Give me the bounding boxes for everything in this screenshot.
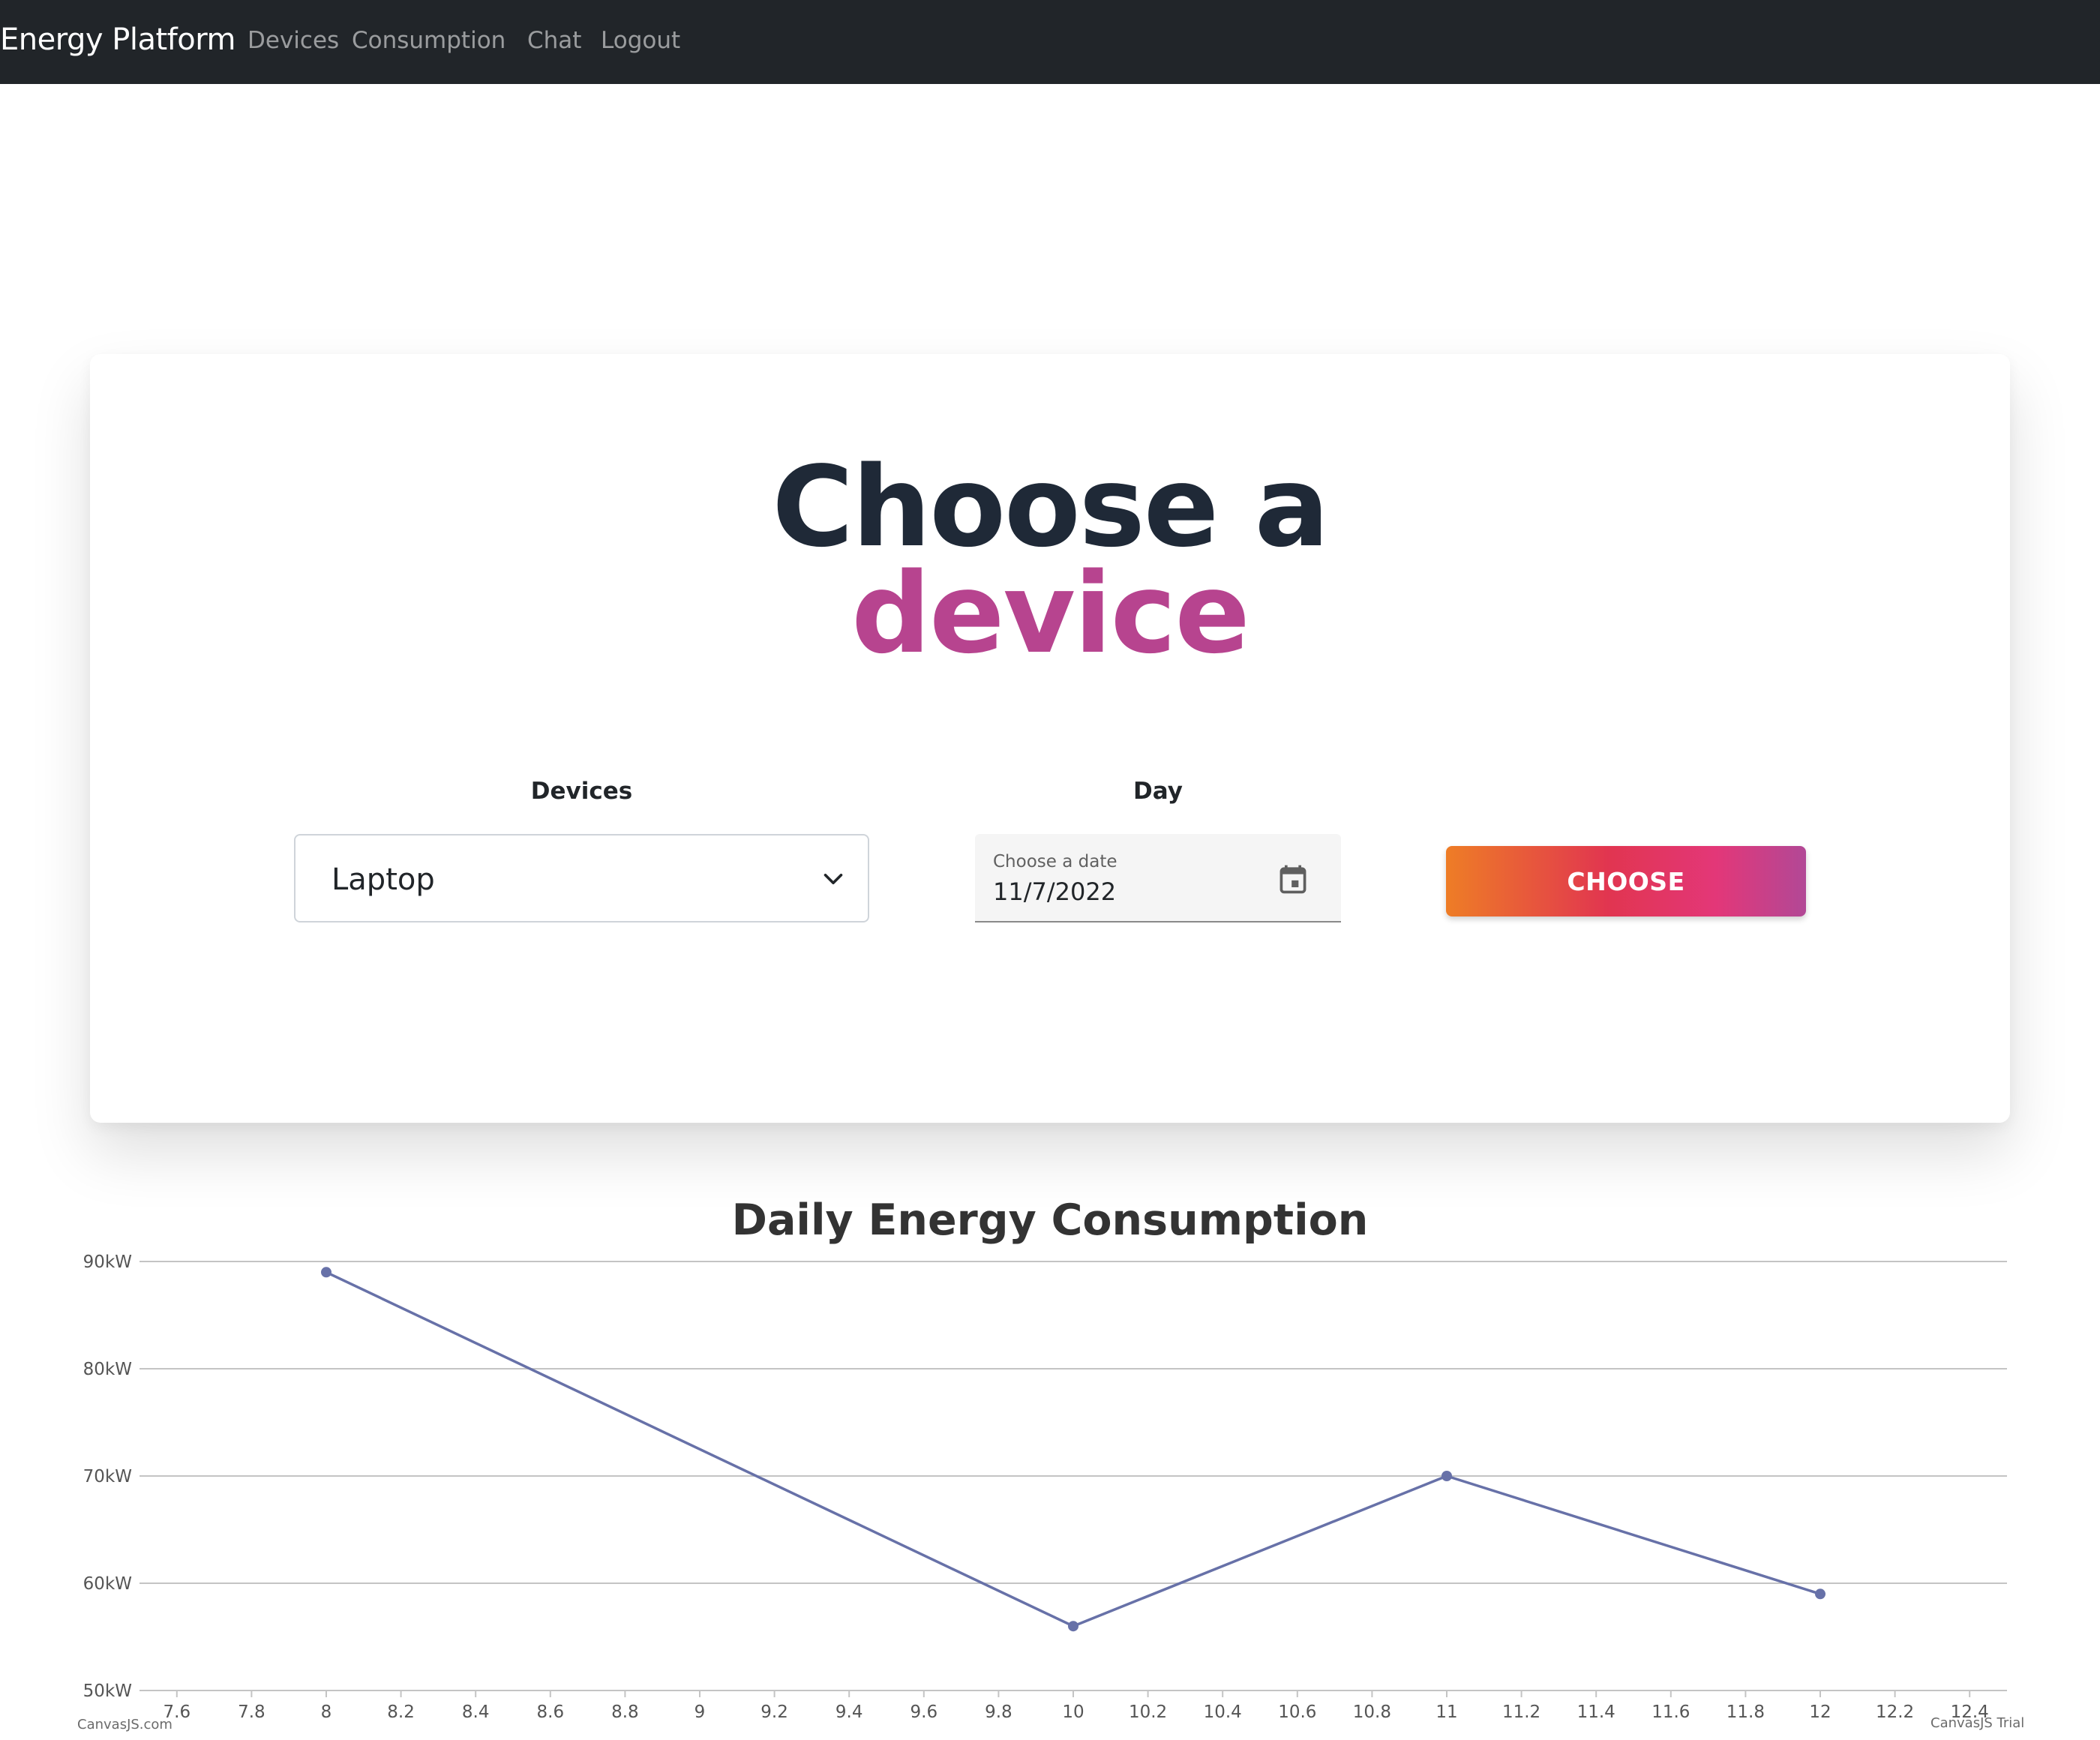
device-select[interactable]: Laptop	[294, 834, 869, 922]
choose-button[interactable]: CHOOSE	[1446, 846, 1806, 916]
canvasjs-trial-watermark: CanvasJS Trial	[1930, 1715, 2025, 1731]
chart-title: Daily Energy Consumption	[732, 1196, 1369, 1245]
chart-canvas: Daily Energy Consumption 50kW 60kW 70kW 80k…	[83, 1196, 2007, 1722]
chart-series	[321, 1267, 1826, 1632]
chevron-down-icon	[824, 873, 843, 885]
canvasjs-watermark[interactable]: CanvasJS.com	[77, 1717, 172, 1732]
x-tick-label: 7.8	[238, 1702, 266, 1722]
series-line	[326, 1270, 1821, 1628]
x-tick-label: 10.6	[1278, 1702, 1316, 1722]
data-point	[1442, 1471, 1452, 1481]
x-tick-label: 11	[1436, 1702, 1457, 1722]
nav-link-devices[interactable]: Devices	[248, 27, 339, 54]
calendar-icon[interactable]	[1276, 862, 1310, 896]
page-heading: Choose a device	[90, 442, 2010, 678]
x-tick-label: 11.6	[1652, 1702, 1690, 1722]
x-tick-label: 11.2	[1502, 1702, 1540, 1722]
x-tick-label: 8.2	[387, 1702, 415, 1722]
x-tick-label: 8.8	[611, 1702, 639, 1722]
top-navbar: Energy Platform Devices Consumption Chat…	[0, 0, 2100, 84]
brand-link[interactable]: Energy Platform	[0, 22, 236, 57]
y-tick-label: 70kW	[83, 1467, 132, 1486]
x-tick-label: 9	[694, 1702, 706, 1722]
x-tick-label: 12	[1809, 1702, 1831, 1722]
x-tick-label: 10.2	[1129, 1702, 1167, 1722]
x-axis-ticks: 7.6 7.8 8 8.2 8.4 8.6 8.8 9 9.2 9.4 9.6 9.8 10 10.2 10…	[164, 1690, 1989, 1722]
nav-link-chat[interactable]: Chat	[527, 27, 581, 54]
date-input-field[interactable]: Choose a date 11/7/2022	[975, 834, 1341, 922]
data-point	[321, 1267, 332, 1278]
x-tick-label: 8.6	[537, 1702, 565, 1722]
device-chooser-card: Choose a device Devices Day Laptop Choos…	[90, 354, 2010, 1123]
x-tick-label: 9.4	[836, 1702, 863, 1722]
device-select-value: Laptop	[332, 862, 435, 897]
y-tick-label: 50kW	[83, 1682, 132, 1701]
data-point	[1815, 1588, 1826, 1600]
x-tick-label: 9.8	[985, 1702, 1012, 1722]
x-tick-label: 12.2	[1876, 1702, 1914, 1722]
heading-line-2: device	[851, 549, 1250, 678]
x-tick-label: 10	[1062, 1702, 1084, 1722]
x-tick-label: 8.4	[462, 1702, 490, 1722]
y-axis-ticks: 50kW 60kW 70kW 80kW 90kW	[83, 1252, 132, 1701]
date-field-label: Choose a date	[993, 852, 1118, 872]
date-field-value: 11/7/2022	[993, 878, 1117, 906]
consumption-chart: Daily Energy Consumption 50kW 60kW 70kW 80k…	[0, 1194, 2100, 1740]
nav-link-logout[interactable]: Logout	[601, 27, 680, 54]
day-label: Day	[1133, 778, 1183, 805]
devices-label: Devices	[530, 778, 633, 805]
heading-line-1: Choose a	[772, 442, 1329, 572]
y-tick-label: 80kW	[83, 1360, 132, 1379]
x-tick-label: 11.4	[1577, 1702, 1616, 1722]
x-tick-label: 9.2	[760, 1702, 788, 1722]
y-tick-label: 90kW	[83, 1252, 132, 1272]
x-tick-label: 9.6	[910, 1702, 938, 1722]
nav-link-consumption[interactable]: Consumption	[352, 27, 506, 54]
data-point	[1068, 1621, 1078, 1632]
y-tick-label: 60kW	[83, 1574, 132, 1594]
x-tick-label: 8	[321, 1702, 332, 1722]
x-tick-label: 11.8	[1726, 1702, 1765, 1722]
x-tick-label: 10.8	[1353, 1702, 1391, 1722]
x-tick-label: 10.4	[1204, 1702, 1242, 1722]
